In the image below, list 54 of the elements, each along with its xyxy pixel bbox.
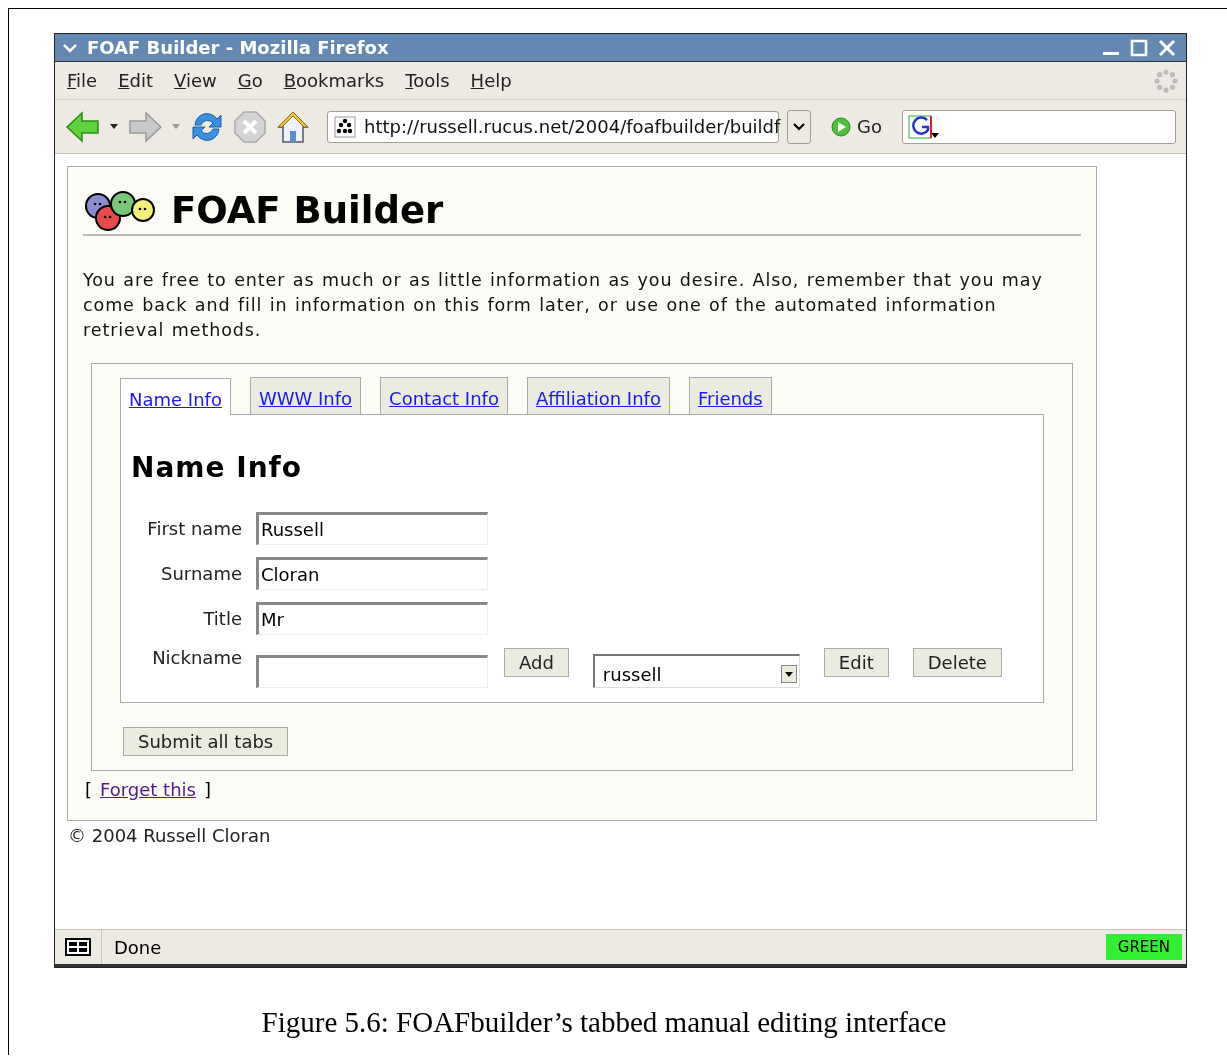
play-icon <box>831 116 851 137</box>
bracket: ] <box>203 779 211 800</box>
chevron-down-icon <box>793 122 805 131</box>
text-field[interactable] <box>256 655 488 688</box>
go-button[interactable]: Go <box>831 116 882 137</box>
menu-item[interactable]: Tools <box>405 70 450 91</box>
history-dropdown-button[interactable] <box>787 109 811 144</box>
status-indicator: GREEN <box>1105 934 1182 960</box>
page-heading: FOAF Builder <box>171 189 444 232</box>
forget-link[interactable]: Forget this <box>100 779 196 800</box>
maximize-icon[interactable] <box>1130 38 1148 57</box>
stop-icon[interactable] <box>233 109 267 144</box>
foaf-logo-icon <box>83 189 157 232</box>
menu-item[interactable]: View <box>174 70 217 91</box>
search-field[interactable] <box>901 109 1176 144</box>
intro-paragraph: You are free to enter as much or as little information as you desire. Also, remember that you may come back and fill in information on this form later, or use one of the automated information retrieval methods. <box>83 269 1044 342</box>
tab[interactable]: Affiliation Info <box>526 377 670 414</box>
status-text: Done <box>113 936 163 958</box>
text-field[interactable]: Cloran <box>256 557 488 590</box>
copyright-text: © 2004 Russell Cloran <box>68 825 272 846</box>
menu-item[interactable]: File <box>67 70 98 91</box>
close-icon[interactable] <box>1158 38 1176 57</box>
edit-button[interactable]: Edit <box>823 647 889 677</box>
page-icon <box>334 115 356 138</box>
dropdown-arrow-icon[interactable] <box>109 123 119 130</box>
forward-arrow-icon[interactable] <box>127 109 163 144</box>
window-title: FOAF Builder - Mozilla Firefox <box>87 37 389 58</box>
menu-item[interactable]: Edit <box>118 70 153 91</box>
menu-item[interactable]: Help <box>470 70 512 91</box>
back-arrow-icon[interactable] <box>65 109 101 144</box>
throbber-icon <box>1154 68 1178 93</box>
tab[interactable]: WWW Info <box>249 377 362 414</box>
tab[interactable]: Contact Info <box>380 377 508 414</box>
panel-title: Name Info <box>131 451 303 484</box>
text-field[interactable]: Mr <box>256 602 488 635</box>
figure-caption: Figure 5.6: FOAFbuilder’s tabbed manual editing interface <box>260 1006 948 1039</box>
field-label: Title <box>202 608 242 629</box>
field-label: Nickname <box>151 647 242 668</box>
submit-button[interactable]: Submit all tabs <box>123 727 289 756</box>
menu-item[interactable]: Bookmarks <box>283 70 385 91</box>
add-button[interactable]: Add <box>504 647 569 677</box>
bracket: [ <box>85 779 93 800</box>
tab[interactable]: Name Info <box>120 378 231 415</box>
address-field[interactable]: http://russell.rucus.net/2004/foafbuilder/buildf <box>327 110 779 143</box>
search-engine-icon[interactable] <box>906 113 941 140</box>
delete-button[interactable]: Delete <box>912 647 1002 677</box>
field-label: First name <box>146 518 242 539</box>
chevron-down-icon[interactable] <box>63 42 77 53</box>
layout-icon <box>65 938 91 956</box>
nickname-select[interactable]: russell <box>592 653 800 688</box>
text-field[interactable]: Russell <box>256 512 488 545</box>
tab[interactable]: Friends <box>688 377 772 414</box>
menu-item[interactable]: Go <box>237 70 263 91</box>
field-label: Surname <box>160 563 242 584</box>
